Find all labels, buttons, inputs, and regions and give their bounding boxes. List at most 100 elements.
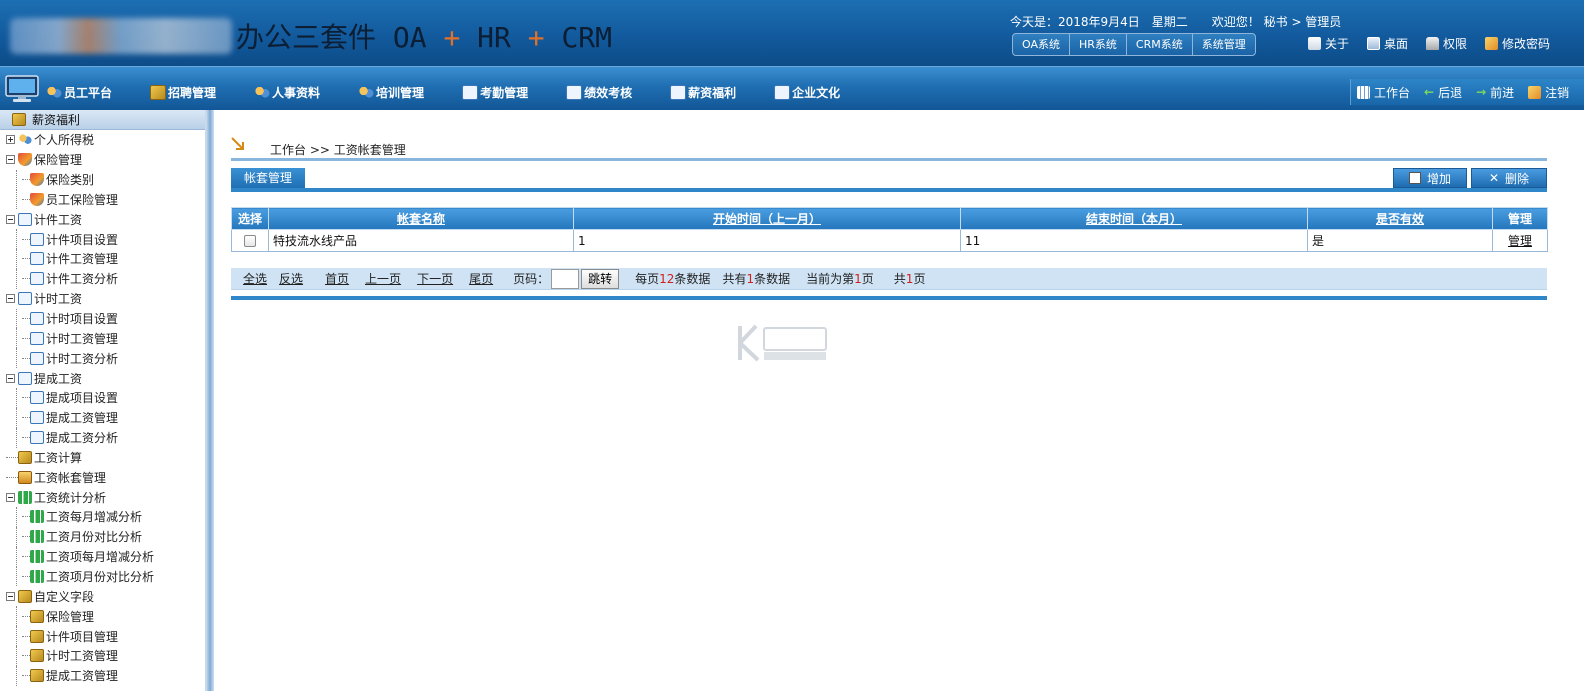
logout-link[interactable]: 注销 xyxy=(1528,84,1569,101)
nav-item-performance[interactable]: 绩效考核 xyxy=(566,78,632,101)
manage-link[interactable]: 管理 xyxy=(1508,234,1532,248)
nav-item-employee-platform[interactable]: 员工平台 xyxy=(46,78,112,101)
sidebar-subitem[interactable]: 提成项目设置 xyxy=(0,387,205,408)
about-link[interactable]: 关于 xyxy=(1308,35,1349,52)
sidebar-subitem[interactable]: 员工保险管理 xyxy=(0,189,205,210)
diagonal-arrow-icon xyxy=(231,137,244,150)
workbench-link[interactable]: 工作台 xyxy=(1357,84,1410,101)
tree-line xyxy=(16,407,17,428)
tree-connector xyxy=(22,516,30,518)
nav-item-attendance[interactable]: 考勤管理 xyxy=(462,78,528,101)
page-icon xyxy=(30,252,44,266)
tree-connector xyxy=(22,179,30,181)
pencil-icon xyxy=(1485,37,1499,50)
nav-item-recruitment[interactable]: 招聘管理 xyxy=(150,78,216,101)
tab-system-management[interactable]: 系统管理 xyxy=(1193,34,1255,55)
sidebar-subitem[interactable]: 工资项每月增减分析 xyxy=(0,546,205,567)
last-page-link[interactable]: 尾页 xyxy=(469,270,493,287)
delete-button[interactable]: ✕ 删除 xyxy=(1471,168,1547,188)
sidebar-subitem[interactable]: 提成工资分析 xyxy=(0,427,205,448)
col-end-time[interactable]: 结束时间（本月） xyxy=(960,207,1308,230)
chart-icon xyxy=(18,490,32,504)
sidebar-item-salary-ledger[interactable]: 工资帐套管理 xyxy=(0,467,205,488)
sidebar-item-income-tax[interactable]: 个人所得税 xyxy=(0,130,205,150)
tree-line xyxy=(16,308,17,329)
tree-line xyxy=(16,645,17,666)
sidebar-item-salary-stats[interactable]: 工资统计分析 xyxy=(0,487,205,507)
sidebar-splitter[interactable] xyxy=(206,110,214,691)
back-link[interactable]: ← 后退 xyxy=(1424,84,1462,101)
sidebar-subitem[interactable]: 工资每月增减分析 xyxy=(0,507,205,527)
tab-crm-system[interactable]: CRM系统 xyxy=(1127,34,1193,55)
table-header-row: 选择 帐套名称 开始时间（上一月） 结束时间（本月） 是否有效 管理 xyxy=(231,207,1548,230)
sidebar-item-commission[interactable]: 提成工资 xyxy=(0,368,205,388)
sidebar-subitem[interactable]: 计件工资分析 xyxy=(0,268,205,289)
salary-welfare-icon xyxy=(12,113,26,126)
first-page-link[interactable]: 首页 xyxy=(325,270,349,287)
sidebar-subitem[interactable]: 计件工资管理 xyxy=(0,249,205,269)
sidebar-subitem[interactable]: 计件项目设置 xyxy=(0,229,205,250)
change-password-link[interactable]: 修改密码 xyxy=(1485,35,1550,52)
nav-item-salary-welfare[interactable]: 薪资福利 xyxy=(670,78,736,101)
row-checkbox[interactable] xyxy=(244,235,256,247)
collapse-icon[interactable] xyxy=(6,294,15,304)
collapse-icon[interactable] xyxy=(6,214,15,224)
sidebar-item-label: 计件工资分析 xyxy=(46,272,119,287)
nav-item-training[interactable]: 培训管理 xyxy=(358,78,424,101)
close-icon: ✕ xyxy=(1488,171,1500,185)
tree-line xyxy=(16,665,17,686)
tab-hr-system[interactable]: HR系统 xyxy=(1070,34,1127,55)
commission-icon xyxy=(18,371,32,385)
sidebar-subitem[interactable]: 计时工资管理 xyxy=(0,645,205,666)
col-account-name[interactable]: 帐套名称 xyxy=(268,207,574,230)
prev-page-link[interactable]: 上一页 xyxy=(365,270,401,287)
tab-oa-system[interactable]: OA系统 xyxy=(1013,34,1070,55)
sidebar-subitem[interactable]: 计件项目管理 xyxy=(0,626,205,646)
scroll-icon xyxy=(1308,37,1321,50)
sidebar-subitem[interactable]: 工资月份对比分析 xyxy=(0,526,205,547)
jump-button[interactable]: 跳转 xyxy=(581,268,620,289)
sidebar-subitem[interactable]: 计时工资分析 xyxy=(0,348,205,369)
nav-item-personnel[interactable]: 人事资料 xyxy=(254,78,320,101)
page-icon xyxy=(30,331,44,345)
performance-icon xyxy=(566,84,583,100)
col-is-valid[interactable]: 是否有效 xyxy=(1307,207,1493,230)
total-pages-info: 共1页 xyxy=(893,272,926,286)
invert-selection-link[interactable]: 反选 xyxy=(279,270,303,287)
collapse-icon[interactable] xyxy=(6,373,15,383)
collapse-icon[interactable] xyxy=(6,155,15,165)
nav-item-corporate-culture[interactable]: 企业文化 xyxy=(774,78,840,101)
expand-icon[interactable] xyxy=(6,135,15,145)
sidebar-item-custom-fields[interactable]: 自定义字段 xyxy=(0,586,205,606)
sidebar-subitem[interactable]: 提成工资管理 xyxy=(0,665,205,686)
tree-connector xyxy=(22,417,30,419)
sidebar-subitem[interactable]: 计时工资管理 xyxy=(0,328,205,349)
sidebar-item-label: 提成工资分析 xyxy=(46,431,119,446)
desktop-link[interactable]: 桌面 xyxy=(1367,35,1408,52)
sidebar-item-time-wage[interactable]: 计时工资 xyxy=(0,289,205,309)
sidebar-subitem[interactable]: 计时项目设置 xyxy=(0,308,205,329)
tree-connector xyxy=(22,258,30,260)
collapse-icon[interactable] xyxy=(6,492,15,502)
forward-link[interactable]: → 前进 xyxy=(1476,84,1514,101)
add-button[interactable]: 增加 xyxy=(1393,168,1467,188)
sidebar-item-label: 提成工资管理 xyxy=(46,411,119,426)
select-all-link[interactable]: 全选 xyxy=(243,270,267,287)
col-start-time[interactable]: 开始时间（上一月） xyxy=(573,207,961,230)
permission-link[interactable]: 权限 xyxy=(1426,35,1467,52)
pager-bottom-bar xyxy=(231,296,1547,300)
sidebar-item-piece-wage[interactable]: 计件工资 xyxy=(0,209,205,229)
sidebar-item-salary-calc[interactable]: 工资计算 xyxy=(0,448,205,468)
sidebar-subitem[interactable]: 工资项月份对比分析 xyxy=(0,566,205,587)
pager: 全选 反选 首页 上一页 下一页 尾页 页码： 跳转 每页12条数据 共有1条数… xyxy=(231,268,1547,290)
next-page-link[interactable]: 下一页 xyxy=(417,270,453,287)
sidebar-subitem[interactable]: 保险类别 xyxy=(0,169,205,190)
monitor-icon xyxy=(1367,37,1381,50)
sidebar-item-insurance[interactable]: 保险管理 xyxy=(0,150,205,170)
sidebar-item-label: 计件工资管理 xyxy=(46,252,119,267)
page-number-input[interactable] xyxy=(551,268,580,289)
sidebar-tree: 薪资福利 个人所得税 保险管理 保险类别 员工保险管理 计件工资 计件项目设置 计件工资管理… xyxy=(0,110,206,691)
collapse-icon[interactable] xyxy=(6,591,15,601)
sidebar-subitem[interactable]: 保险管理 xyxy=(0,606,205,627)
sidebar-subitem[interactable]: 提成工资管理 xyxy=(0,407,205,428)
